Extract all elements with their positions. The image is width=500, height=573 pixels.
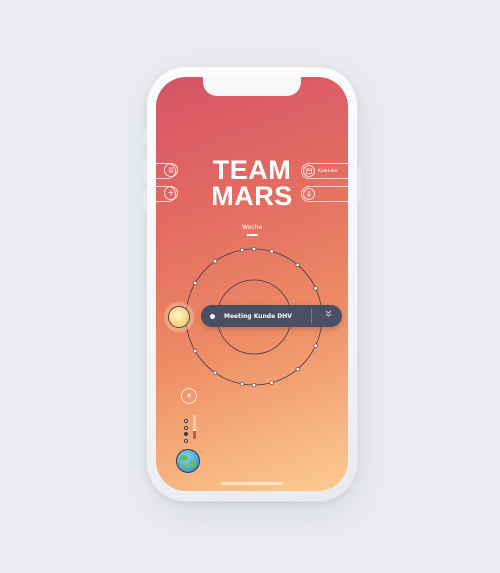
event-dot-icon xyxy=(210,313,215,319)
orbit-day-marker[interactable] xyxy=(295,366,300,372)
sun-icon[interactable] xyxy=(168,306,190,328)
orbit-day-marker[interactable] xyxy=(295,262,300,268)
phone-side-button-left-2 xyxy=(143,158,146,182)
event-title: Meeting Kunde DHV xyxy=(224,312,292,320)
orbit-day-marker[interactable] xyxy=(212,259,218,264)
page-dot[interactable] xyxy=(184,419,188,423)
app-screen: TEAM MARS + Kalender Woche Meeting Kunde… xyxy=(156,77,348,491)
orbit-day-marker[interactable] xyxy=(193,348,198,354)
orbit-day-marker[interactable] xyxy=(193,280,198,286)
event-card[interactable]: Meeting Kunde DHV xyxy=(201,305,342,327)
orbit-day-marker[interactable] xyxy=(212,370,218,375)
earth-icon[interactable] xyxy=(176,449,200,473)
level-slider-marker xyxy=(193,431,196,439)
home-indicator xyxy=(221,482,283,485)
page-indicator xyxy=(184,419,188,445)
orbit-day-marker[interactable] xyxy=(313,343,318,348)
close-button[interactable]: ✕ xyxy=(181,388,197,404)
orbit-day-marker[interactable] xyxy=(251,382,257,388)
orbit-day-marker[interactable] xyxy=(251,246,257,252)
orbit-day-marker[interactable] xyxy=(269,249,274,254)
phone-side-button-right xyxy=(358,166,361,202)
event-divider xyxy=(311,309,312,323)
page-dot[interactable] xyxy=(184,425,188,430)
close-icon: ✕ xyxy=(186,392,192,400)
page-dot[interactable] xyxy=(184,438,188,443)
orbit-day-marker[interactable] xyxy=(240,381,245,387)
level-slider[interactable] xyxy=(193,415,196,439)
orbit-day-marker[interactable] xyxy=(269,380,274,385)
phone-side-button-left-1 xyxy=(143,130,146,144)
chevron-double-down-icon[interactable] xyxy=(325,310,332,320)
phone-side-button-left-3 xyxy=(143,188,146,212)
page-dot-active[interactable] xyxy=(184,432,188,436)
orbit-day-marker[interactable] xyxy=(313,286,318,291)
orbit-day-marker[interactable] xyxy=(240,247,245,253)
